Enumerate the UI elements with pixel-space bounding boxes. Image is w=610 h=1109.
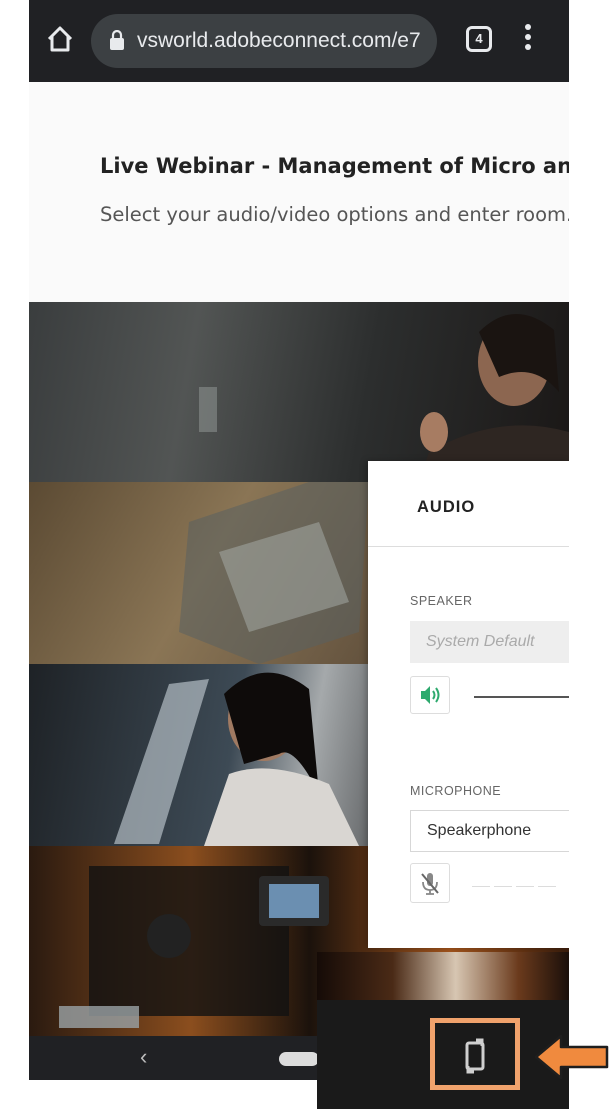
page-title: Live Webinar - Management of Micro and M… — [100, 154, 569, 178]
speaker-volume-icon — [421, 686, 440, 704]
orange-arrow-icon — [534, 1034, 609, 1080]
lock-icon — [110, 30, 124, 50]
audio-settings-panel: AUDIO SPEAKER System Default MICROPHONE … — [368, 461, 569, 948]
phone-screen: vsworld.adobeconnect.com/e7 4 Live Webin… — [29, 0, 569, 1080]
more-vert-icon[interactable] — [523, 24, 533, 58]
screen-rotate-icon[interactable] — [456, 1037, 494, 1075]
address-bar[interactable]: vsworld.adobeconnect.com/e7 — [91, 14, 437, 68]
microphone-label: MICROPHONE — [410, 784, 502, 798]
background-photo-1 — [29, 302, 569, 482]
speaker-volume-slider[interactable] — [474, 696, 569, 698]
microphone-level-meter — [472, 879, 569, 887]
home-icon[interactable] — [45, 24, 75, 54]
browser-toolbar: vsworld.adobeconnect.com/e7 4 — [29, 0, 569, 82]
speaker-label: SPEAKER — [410, 594, 473, 608]
audio-title: AUDIO — [417, 498, 476, 516]
microphone-select[interactable]: Speakerphone — [410, 810, 569, 852]
highlight-box — [430, 1018, 520, 1090]
home-pill-icon[interactable] — [279, 1052, 319, 1066]
page-subtitle: Select your audio/video options and ente… — [100, 203, 569, 226]
inset-photo-strip — [317, 952, 569, 1000]
microphone-mute-button[interactable] — [410, 863, 450, 903]
microphone-select-value: Speakerphone — [427, 822, 532, 839]
speaker-select[interactable]: System Default — [410, 621, 569, 663]
chevron-left-icon[interactable]: ‹ — [140, 1046, 147, 1068]
speaker-select-value: System Default — [426, 633, 535, 650]
tab-switcher-icon[interactable]: 4 — [466, 26, 492, 52]
panel-header: AUDIO — [368, 461, 569, 547]
speaker-test-button[interactable] — [410, 676, 450, 714]
url-text: vsworld.adobeconnect.com/e7 — [137, 29, 421, 52]
zoomed-inset — [317, 952, 569, 1109]
microphone-muted-icon — [421, 873, 439, 895]
